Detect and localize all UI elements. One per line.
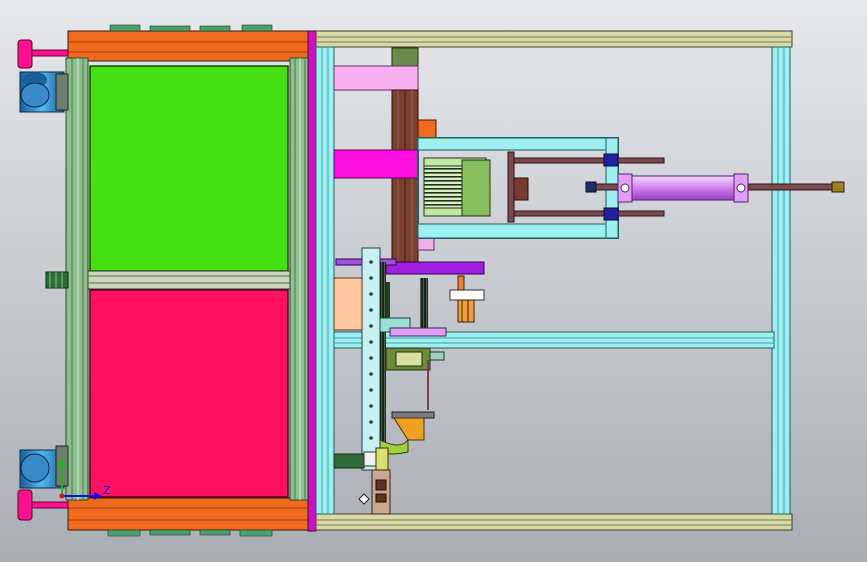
peach-mount-block (333, 277, 363, 331)
right-bottom-rail (315, 513, 793, 531)
drive-belt (420, 278, 428, 330)
column-cap (391, 47, 419, 67)
orange-stop-block (417, 119, 437, 139)
rod-bushing-upper (603, 153, 619, 167)
bottom-frame-beam (67, 497, 313, 531)
motor-coupling (513, 177, 529, 201)
panel-separator (87, 270, 291, 290)
support-bracket (391, 411, 435, 419)
lower-red-panel[interactable] (89, 289, 289, 498)
rod-bushing-lower (603, 207, 619, 221)
top-frame-beam (67, 30, 313, 62)
right-top-rail (315, 30, 793, 48)
left-vertical-post (65, 57, 89, 501)
side-mount-block (45, 271, 69, 289)
triad-origin (59, 493, 65, 499)
right-inner-post (315, 46, 335, 515)
upper-green-panel[interactable] (89, 65, 289, 272)
magenta-slider[interactable] (333, 149, 419, 179)
magenta-divider-post (307, 30, 317, 532)
left-frame-assembly[interactable] (45, 24, 317, 537)
triad-z-label: Z (103, 484, 111, 497)
gear-rack (380, 262, 386, 442)
guide-rod-upper (509, 157, 665, 164)
cad-viewport[interactable]: Z (0, 0, 867, 562)
guide-rod-lower (509, 210, 665, 217)
bottom-caster-wheel[interactable] (19, 445, 69, 489)
gearbox (461, 159, 491, 217)
rod-end-left (585, 181, 597, 193)
cylinder-barrel[interactable] (619, 175, 749, 201)
top-caster-wheel[interactable] (19, 71, 69, 113)
right-outer-post (771, 46, 791, 515)
dark-green-foot-block (333, 453, 365, 469)
lower-shaft (371, 469, 391, 515)
bottom-edge-fasteners (107, 529, 273, 537)
small-fixture (449, 289, 485, 301)
rod-end-right (831, 181, 845, 193)
pink-guide-block (333, 65, 419, 91)
